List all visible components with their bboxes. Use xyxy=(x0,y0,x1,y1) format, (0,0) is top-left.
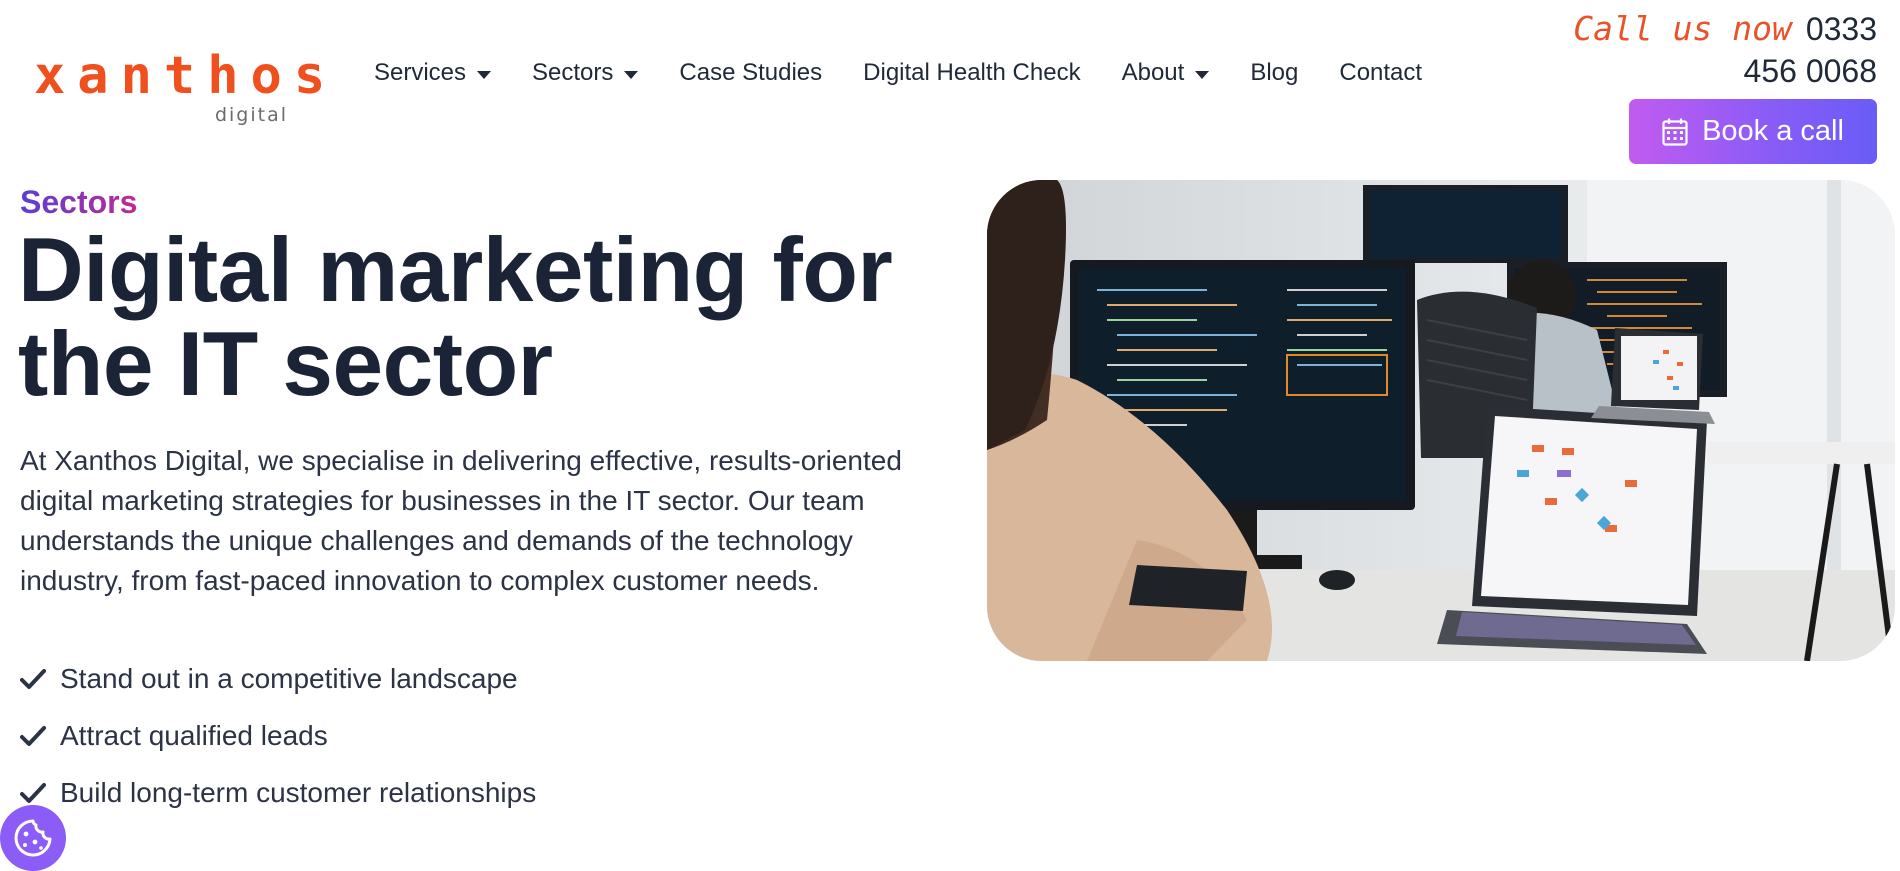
check-icon xyxy=(20,668,46,690)
benefit-item: Attract qualified leads xyxy=(20,707,536,764)
nav-item-label: Sectors xyxy=(532,59,614,86)
main-nav: Services Sectors Case Studies Digital He… xyxy=(374,56,1463,90)
hero-image xyxy=(987,180,1895,661)
benefit-label: Stand out in a competitive landscape xyxy=(60,662,518,694)
call-us-block[interactable]: Call us now 0333 456 0068 xyxy=(1517,8,1877,92)
nav-item-about[interactable]: About xyxy=(1122,59,1210,87)
calendar-icon xyxy=(1662,118,1688,146)
book-a-call-button[interactable]: Book a call xyxy=(1629,99,1877,164)
page-title: Digital marketing for the IT sector xyxy=(18,224,958,412)
benefit-item: Stand out in a competitive landscape xyxy=(20,650,536,707)
benefit-item: Build long-term customer relationships xyxy=(20,764,536,821)
section-eyebrow: Sectors xyxy=(20,184,138,220)
hero-description: At Xanthos Digital, we specialise in del… xyxy=(20,445,902,596)
call-line-2: 456 0068 xyxy=(1517,50,1877,92)
call-us-label: Call us now xyxy=(1573,9,1792,48)
benefit-label: Build long-term customer relationships xyxy=(60,776,537,808)
check-icon xyxy=(20,725,46,747)
nav-item-label: Contact xyxy=(1339,59,1423,86)
nav-item-case-studies[interactable]: Case Studies xyxy=(679,59,822,87)
nav-item-services[interactable]: Services xyxy=(374,59,492,87)
book-a-call-label: Book a call xyxy=(1702,115,1844,147)
nav-item-label: Blog xyxy=(1250,59,1299,86)
call-line-1: Call us now 0333 xyxy=(1517,8,1877,50)
nav-item-sectors[interactable]: Sectors xyxy=(532,59,639,87)
page-title-line-2: the IT sector xyxy=(18,314,553,415)
nav-item-label: Digital Health Check xyxy=(863,59,1081,86)
developers-at-monitors-illustration xyxy=(987,180,1895,661)
caret-down-icon xyxy=(1195,70,1210,79)
nav-item-label: About xyxy=(1121,59,1185,86)
caret-down-icon xyxy=(477,70,492,79)
logo-wordmark: xanthos xyxy=(34,46,338,106)
caret-down-icon xyxy=(624,70,639,79)
nav-item-contact[interactable]: Contact xyxy=(1339,59,1422,87)
phone-number-part-1: 0333 xyxy=(1805,11,1877,47)
logo-subtitle: digital xyxy=(214,104,288,126)
benefits-list: Stand out in a competitive landscape Att… xyxy=(20,650,536,821)
benefit-label: Attract qualified leads xyxy=(60,719,328,751)
cookie-settings-button[interactable] xyxy=(0,805,66,871)
nav-item-digital-health-check[interactable]: Digital Health Check xyxy=(863,59,1080,87)
page-title-line-1: Digital marketing for xyxy=(18,220,893,321)
logo[interactable]: xanthos digital xyxy=(34,46,338,126)
nav-item-blog[interactable]: Blog xyxy=(1250,59,1298,87)
phone-number-part-2: 456 0068 xyxy=(1743,53,1877,89)
nav-item-label: Case Studies xyxy=(679,59,823,86)
cookie-icon xyxy=(14,819,52,857)
check-icon xyxy=(20,782,46,804)
nav-item-label: Services xyxy=(374,59,467,86)
